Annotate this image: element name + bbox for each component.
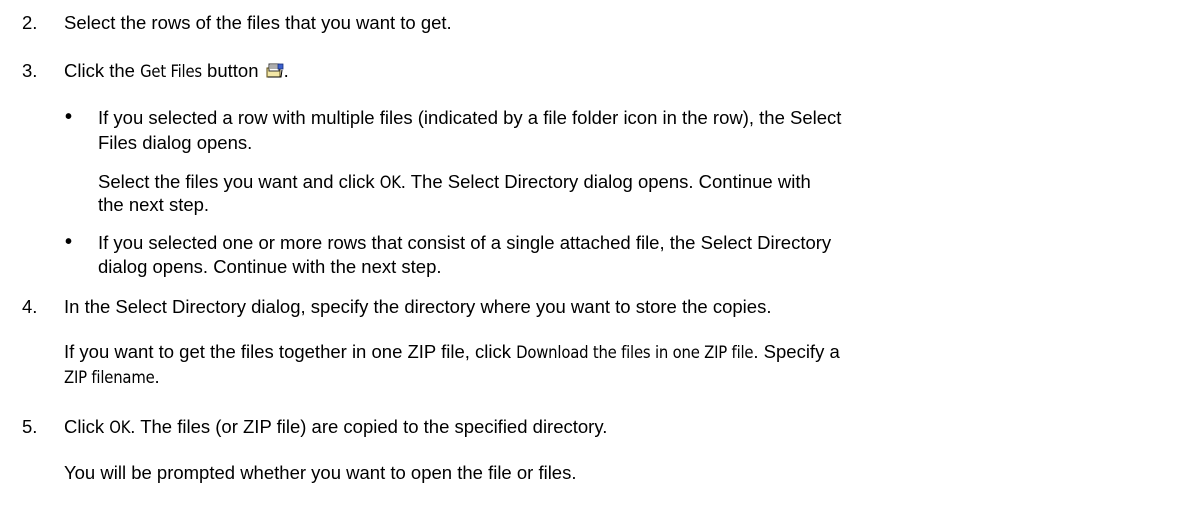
paragraph: You will be prompted whether you want to… [64,462,577,483]
ui-label-ok: OK [109,418,131,437]
step-number: 4. [22,296,38,317]
paragraph: ZIP filename. [64,366,160,389]
step-text-end: . [283,60,289,81]
ui-label-get-files: Get Files [140,62,202,81]
bullet-text: Files dialog opens. [98,132,253,153]
bullet-text: If you selected a row with multiple file… [98,107,842,128]
step-text: Click the Get Files button . [64,60,289,83]
step-number: 2. [22,12,38,33]
paragraph-pre: Select the files you want and click [98,171,380,192]
paragraph-post: . Specify a [753,341,840,362]
step-text-pre: Click the [64,60,141,81]
step-text: In the Select Directory dialog, specify … [64,296,772,317]
paragraph-pre: If you want to get the files together in… [64,341,517,362]
paragraph-end: . [154,366,160,387]
document-page: { "steps": { "s2": { "num": "2.", "text"… [0,0,1195,527]
paragraph: Select the files you want and click OK. … [98,171,811,194]
get-files-icon [266,63,284,78]
step-text-post: button [201,60,259,81]
paragraph: If you want to get the files together in… [64,341,840,364]
bullet-text: If you selected one or more rows that co… [98,232,832,253]
step-text: Select the rows of the files that you wa… [64,12,452,33]
ui-label-ok: OK [379,173,401,192]
bullet: • [65,231,73,253]
paragraph-post: . The Select Directory dialog opens. Con… [400,171,811,192]
bullet: • [65,106,73,128]
ui-label-download-zip: Download the files in one ZIP file [516,343,754,362]
bullet-text: dialog opens. Continue with the next ste… [98,256,442,277]
ui-label-zip-filename: ZIP filename [64,368,155,387]
step-text-pre: Click [64,416,110,437]
paragraph: the next step. [98,194,210,215]
step-number: 3. [22,60,38,81]
step-text: Click OK. The files (or ZIP file) are co… [64,416,607,439]
step-number: 5. [22,416,38,437]
step-text-post: . The files (or ZIP file) are copied to … [130,416,608,437]
